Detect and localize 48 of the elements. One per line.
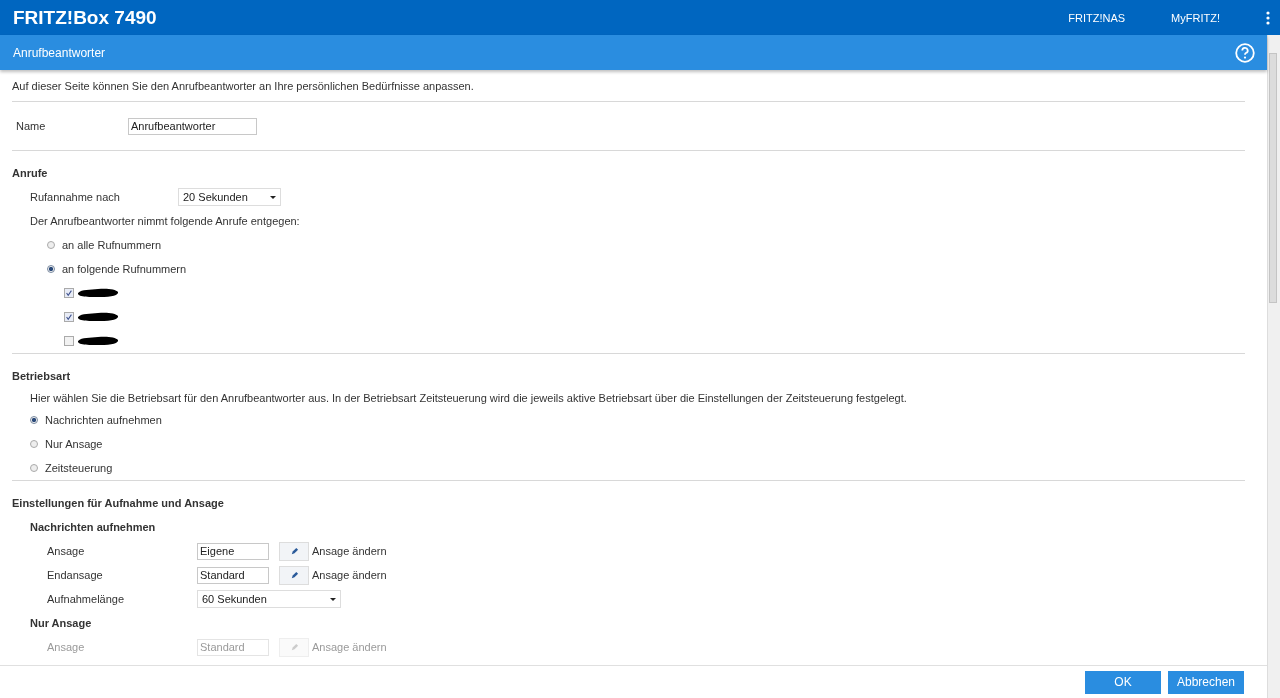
field-label: Ansage — [47, 641, 86, 653]
redaction-mark — [76, 335, 120, 347]
radio-option[interactable]: an folgende Rufnummern — [47, 263, 187, 275]
name-field[interactable]: Anrufbeantworter — [128, 117, 257, 135]
group-heading: Nur Ansage — [29, 616, 93, 631]
intro-text: Auf dieser Seite können Sie den Anrufbeantworter an Ihre persönlichen Bedürfnisse anpassen. — [12, 80, 475, 92]
edit-button[interactable] — [279, 541, 309, 561]
field-label: Endansage — [47, 569, 104, 581]
radio-option[interactable]: Nur Ansage — [30, 438, 103, 450]
redaction-mark — [76, 311, 120, 323]
help-icon[interactable] — [1235, 42, 1255, 63]
description-text: Hier wählen Sie die Betriebsart für den Anrufbeantworter aus. In der Betriebsart Zeitsteuerung wird die jeweils aktive Betriebsart über die Einstellungen der Zeitsteuerung festgelegt. — [30, 392, 907, 404]
caret-icon — [330, 597, 336, 601]
pencil-icon — [289, 546, 299, 556]
group-heading: Nachrichten aufnehmen — [29, 520, 157, 535]
checkbox[interactable] — [64, 312, 74, 322]
field-label: Aufnahmelänge — [47, 593, 126, 605]
pencil-icon — [289, 642, 299, 652]
brand-title: FRITZ!Box 7490 — [13, 6, 157, 29]
radio-option[interactable]: Nachrichten aufnehmen — [30, 414, 162, 426]
edit-button[interactable] — [279, 565, 309, 585]
caret-icon — [270, 195, 276, 199]
scrollbar[interactable] — [1267, 35, 1280, 698]
announcement-field[interactable]: Eigene — [197, 542, 269, 560]
field-label: Ansage — [47, 545, 86, 557]
section-heading: Anrufe — [12, 166, 49, 181]
redaction-mark — [76, 287, 120, 299]
page-title: Anrufbeantworter — [13, 45, 106, 60]
nav-link[interactable]: FRITZ!NAS — [1068, 11, 1126, 24]
prompt-text: Der Anrufbeantworter nimmt folgende Anrufe entgegen: — [30, 215, 300, 227]
field-label: Rufannahme nach — [30, 191, 121, 203]
announcement-field[interactable]: Standard — [197, 566, 269, 584]
nav-link[interactable]: MyFRITZ! — [1171, 11, 1220, 24]
checkbox[interactable] — [64, 336, 74, 346]
more-icon[interactable] — [1266, 10, 1270, 25]
pencil-icon — [289, 570, 299, 580]
length-select[interactable]: 60 Sekunden — [197, 590, 341, 608]
section-heading: Betriebsart — [12, 369, 72, 384]
field-label: Name — [16, 120, 47, 132]
pickup-select[interactable]: 20 Sekunden — [178, 188, 281, 206]
section-heading: Einstellungen für Aufnahme und Ansage — [12, 496, 225, 511]
change-announcement-link[interactable]: Ansage ändern — [312, 545, 387, 557]
change-announcement-link[interactable]: Ansage ändern — [312, 569, 387, 581]
radio-option[interactable]: an alle Rufnummern — [47, 239, 162, 251]
radio-option[interactable]: Zeitsteuerung — [30, 462, 113, 474]
dialog-button[interactable]: Abbrechen — [1168, 670, 1244, 694]
checkbox[interactable] — [64, 288, 74, 298]
dialog-button[interactable]: OK — [1085, 670, 1161, 694]
